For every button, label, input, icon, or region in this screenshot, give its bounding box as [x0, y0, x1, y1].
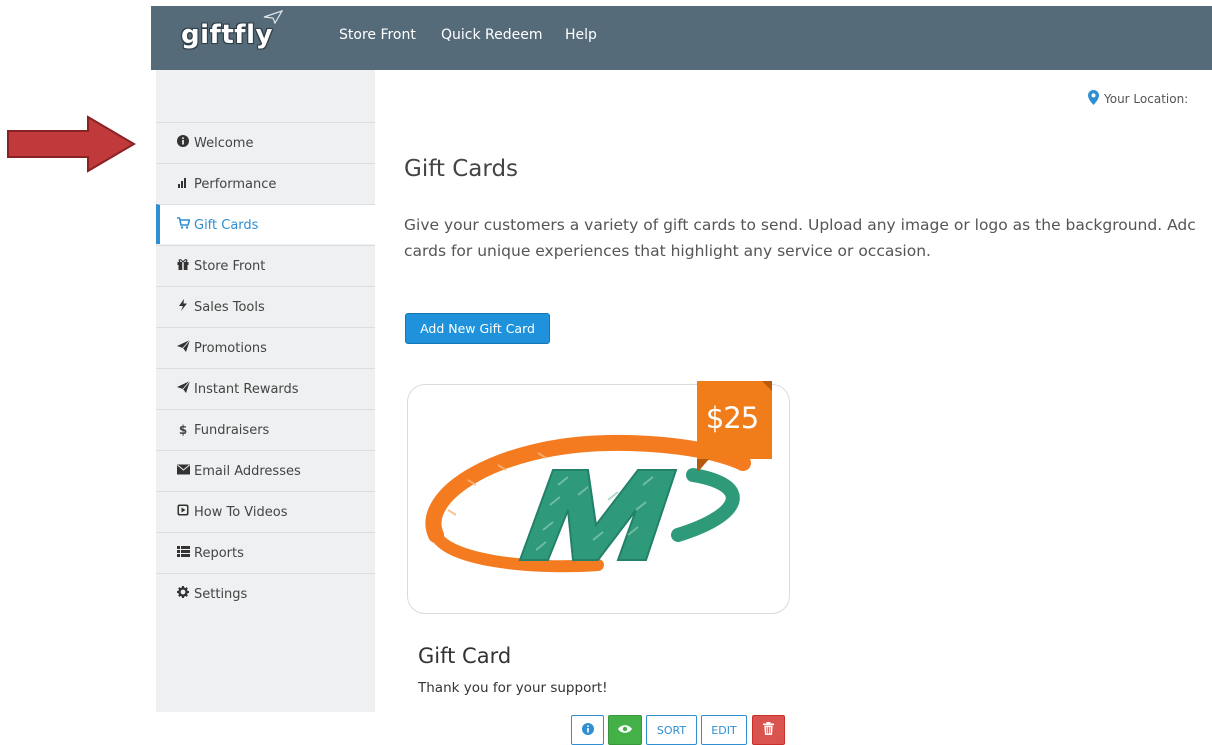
cart-icon [176, 205, 191, 245]
sidebar-item-label: Sales Tools [194, 300, 265, 315]
trash-icon [763, 722, 774, 735]
view-button[interactable] [608, 715, 642, 745]
description-line: cards for unique experiences that highli… [404, 242, 931, 260]
sidebar-item-how-to-videos[interactable]: How To Videos [156, 491, 375, 531]
sidebar-item-label: Reports [194, 546, 244, 561]
info-icon [581, 722, 594, 735]
sidebar-item-performance[interactable]: Performance [156, 163, 375, 203]
gift-card-subtitle: Thank you for your support! [418, 680, 608, 696]
sidebar-item-label: Settings [194, 587, 248, 602]
add-new-gift-card-button[interactable]: Add New Gift Card [405, 313, 550, 344]
location-label: Your Location: [1104, 92, 1189, 106]
sidebar-item-settings[interactable]: Settings [156, 573, 375, 613]
bolt-icon [176, 287, 190, 327]
sidebar-item-promotions[interactable]: Promotions [156, 327, 375, 367]
sidebar-item-label: How To Videos [194, 505, 288, 520]
sidebar-item-email-addresses[interactable]: Email Addresses [156, 450, 375, 490]
gift-icon [176, 246, 190, 286]
delete-button[interactable] [752, 715, 785, 745]
dollar-icon: $ [178, 423, 188, 437]
sidebar-item-label: Instant Rewards [194, 382, 299, 397]
giftfly-logo[interactable]: giftfly [181, 20, 273, 50]
sort-button[interactable]: SORT [646, 715, 697, 745]
bar-chart-icon [176, 164, 190, 204]
sidebar-item-reports[interactable]: Reports [156, 532, 375, 572]
paper-plane-icon [176, 369, 190, 409]
sidebar-item-store-front[interactable]: Store Front [156, 245, 375, 285]
sidebar-item-label: Promotions [194, 341, 267, 356]
envelope-icon [176, 451, 190, 491]
sidebar-item-label: Gift Cards [194, 218, 259, 233]
paper-plane-icon [176, 328, 190, 368]
play-icon [176, 492, 190, 532]
red-arrow-annotation [7, 115, 136, 173]
info-button[interactable] [571, 715, 604, 745]
sidebar-item-welcome[interactable]: Welcome [156, 122, 375, 162]
nav-help[interactable]: Help [565, 6, 597, 70]
sidebar-item-label: Welcome [194, 136, 254, 151]
info-icon [176, 123, 190, 163]
description-line: Give your customers a variety of gift ca… [404, 216, 1196, 234]
sidebar-item-gift-cards[interactable]: Gift Cards [156, 204, 375, 244]
location-indicator[interactable]: Your Location: [1088, 90, 1188, 106]
nav-quick-redeem[interactable]: Quick Redeem [441, 6, 543, 70]
nav-store-front[interactable]: Store Front [339, 6, 416, 70]
top-nav-bar: giftfly Store Front Quick Redeem Help [151, 6, 1212, 70]
sidebar-item-label: Performance [194, 177, 277, 192]
eye-icon [618, 724, 632, 733]
sidebar-item-label: Email Addresses [194, 464, 301, 479]
gift-card-price: $25 [705, 401, 759, 435]
sidebar-item-sales-tools[interactable]: Sales Tools [156, 286, 375, 326]
sidebar: Welcome Performance Gift Cards Store Fro… [156, 70, 375, 712]
page-description: Give your customers a variety of gift ca… [404, 212, 1212, 264]
edit-button[interactable]: EDIT [701, 715, 747, 745]
gift-card-title: Gift Card [418, 644, 512, 668]
sidebar-item-instant-rewards[interactable]: Instant Rewards [156, 368, 375, 408]
paper-plane-logo-icon [263, 10, 283, 24]
sidebar-item-label: Fundraisers [194, 423, 270, 438]
page-title: Gift Cards [404, 156, 519, 182]
sidebar-item-fundraisers[interactable]: $ Fundraisers [156, 409, 375, 449]
sidebar-item-label: Store Front [194, 259, 266, 274]
map-pin-icon [1088, 90, 1099, 105]
list-icon [176, 533, 190, 573]
gear-icon [176, 574, 190, 614]
